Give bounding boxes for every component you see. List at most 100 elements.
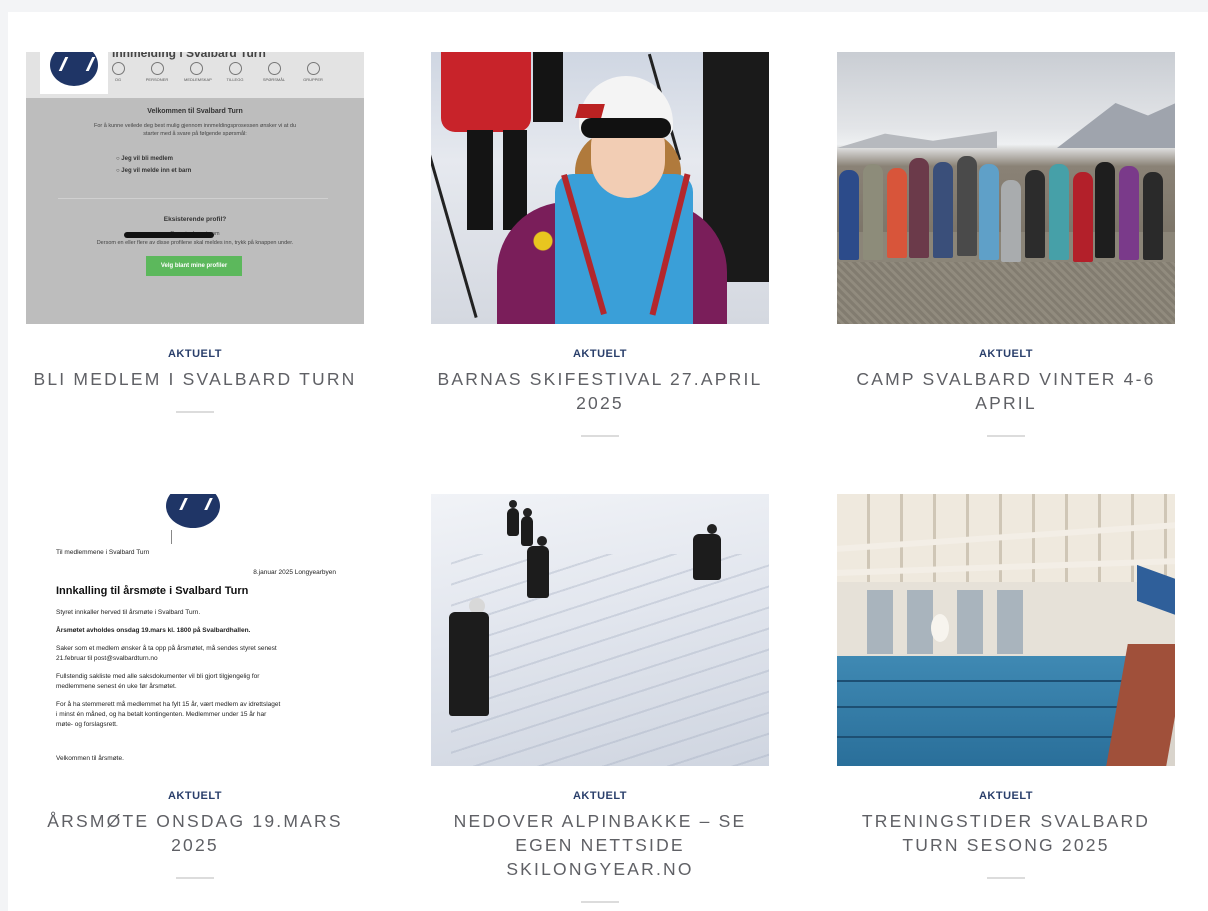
doc-paragraph: For å ha stemmerett må medlemmet ha fylt… [56, 701, 281, 708]
radio-option: ○ Jeg vil bli medlem [116, 156, 173, 162]
pool-water [837, 656, 1137, 766]
post-thumbnail[interactable] [837, 494, 1175, 766]
form-step: MEDLEMSKAP [184, 62, 212, 82]
person [839, 170, 859, 260]
form-step: TILLEGG [223, 62, 247, 82]
leg [503, 130, 527, 230]
post-thumbnail[interactable] [431, 494, 769, 766]
post-thumbnail[interactable]: Til medlemmene i Svalbard Turn 8.januar … [26, 494, 364, 766]
sunglasses [581, 118, 671, 138]
club-logo [40, 52, 108, 94]
person [1119, 166, 1139, 260]
rider-head [537, 536, 547, 546]
post-meta: AKTUELT BLI MEDLEM I SVALBARD TURN [26, 348, 364, 413]
title-separator [176, 411, 214, 413]
rider-head [509, 500, 517, 508]
light-globe [931, 614, 949, 642]
mountain [837, 131, 997, 148]
post-thumbnail[interactable] [431, 52, 769, 324]
doc-paragraph: Fullstendig sakliste med alle saksdokume… [56, 673, 260, 680]
membership-form-screenshot: Innmelding i Svalbard Turn OG PERSONER M… [26, 52, 364, 324]
doc-recipient: Til medlemmene i Svalbard Turn [56, 549, 150, 556]
doc-paragraph: møte- og forslagsrett. [56, 721, 118, 728]
window [997, 590, 1023, 654]
lane-rope [837, 736, 1137, 738]
flag-patch [575, 104, 605, 118]
post-thumbnail[interactable]: Innmelding i Svalbard Turn OG PERSONER M… [26, 52, 364, 324]
person [1073, 172, 1093, 262]
person [933, 162, 953, 258]
post-title[interactable]: BARNAS SKIFESTIVAL 27.APRIL 2025 [431, 367, 769, 415]
red-jacket [441, 52, 531, 132]
post-category[interactable]: AKTUELT [26, 790, 364, 802]
post-category[interactable]: AKTUELT [837, 790, 1175, 802]
doc-paragraph: Årsmøtet avholdes onsdag 19.mars kl. 180… [56, 627, 251, 634]
doc-paragraph: i minst én måned, og ha betalt kontingen… [56, 711, 267, 718]
doc-paragraph: 21.februar til post@svalbardturn.no [56, 655, 158, 662]
leg [533, 52, 563, 122]
person [1001, 180, 1021, 262]
post-title[interactable]: NEDOVER ALPINBAKKE – SE EGEN NETTSIDE SK… [431, 809, 769, 881]
window [907, 590, 933, 654]
snowboarder [449, 612, 489, 716]
title-separator [581, 435, 619, 437]
person [1049, 164, 1069, 260]
form-divider [58, 198, 328, 199]
post-title[interactable]: BLI MEDLEM I SVALBARD TURN [26, 367, 364, 391]
form-heading: Innmelding i Svalbard Turn [112, 52, 266, 60]
rider [693, 534, 721, 580]
title-separator [176, 877, 214, 879]
mountain [1057, 98, 1175, 148]
group-photo [837, 52, 1175, 324]
form-hint: Dersom en eller flere av disse profilene… [96, 240, 294, 246]
post-meta: AKTUELT NEDOVER ALPINBAKKE – SE EGEN NET… [431, 790, 769, 903]
form-intro: starter med å svare på følgende spørsmål… [143, 131, 247, 137]
rider [507, 508, 519, 536]
post-category[interactable]: AKTUELT [26, 348, 364, 360]
title-separator [987, 435, 1025, 437]
rider [521, 516, 533, 546]
swimming-pool-photo [837, 494, 1175, 766]
gravel [837, 262, 1175, 324]
post-category[interactable]: AKTUELT [431, 348, 769, 360]
title-separator [581, 901, 619, 903]
post-title[interactable]: TRENINGSTIDER SVALBARD TURN SESONG 2025 [837, 809, 1175, 857]
redaction-scribble [124, 232, 214, 238]
person [1095, 162, 1115, 258]
post-category[interactable]: AKTUELT [431, 790, 769, 802]
person [957, 156, 977, 256]
choose-profile-button: Velg blant mine profiler [146, 256, 242, 276]
window [957, 590, 983, 654]
radio-option: ○ Jeg vil melde inn et barn [116, 168, 192, 174]
person [1025, 170, 1045, 258]
post-thumbnail[interactable] [837, 52, 1175, 324]
leg [467, 130, 493, 230]
form-header: Innmelding i Svalbard Turn OG PERSONER M… [26, 52, 364, 98]
post-grid: Innmelding i Svalbard Turn OG PERSONER M… [8, 12, 1208, 911]
form-step: SPØRSMÅL [262, 62, 286, 82]
meeting-notice-document: Til medlemmene i Svalbard Turn 8.januar … [26, 494, 364, 766]
post-meta: AKTUELT ÅRSMØTE ONSDAG 19.MARS 2025 [26, 790, 364, 879]
post-title[interactable]: CAMP SVALBARD VINTER 4-6 APRIL [837, 367, 1175, 415]
ski-slope-photo [431, 494, 769, 766]
post-meta: AKTUELT CAMP SVALBARD VINTER 4-6 APRIL [837, 348, 1175, 437]
form-welcome: Velkommen til Svalbard Turn [147, 108, 243, 115]
form-intro: For å kunne veilede deg best mulig gjenn… [93, 123, 297, 129]
person [1143, 172, 1163, 260]
lane-rope [837, 706, 1137, 708]
person [887, 168, 907, 258]
doc-paragraph: Styret innkaller herved til årsmøte i Sv… [56, 609, 201, 616]
lane-rope [837, 680, 1137, 682]
rider-head [707, 524, 717, 534]
form-existing-profile: Eksisterende profil? [163, 216, 227, 223]
divider [171, 530, 172, 544]
club-logo-icon [166, 494, 220, 528]
form-steps: OG PERSONER MEDLEMSKAP TILLEGG SPØRSMÅL … [106, 62, 325, 82]
snow-tracks [451, 554, 769, 766]
doc-heading: Innkalling til årsmøte i Svalbard Turn [56, 585, 249, 597]
title-separator [987, 877, 1025, 879]
ski-festival-photo [431, 52, 769, 324]
post-category[interactable]: AKTUELT [837, 348, 1175, 360]
doc-paragraph: Saker som et medlem ønsker å ta opp på å… [56, 645, 277, 652]
post-title[interactable]: ÅRSMØTE ONSDAG 19.MARS 2025 [26, 809, 364, 857]
